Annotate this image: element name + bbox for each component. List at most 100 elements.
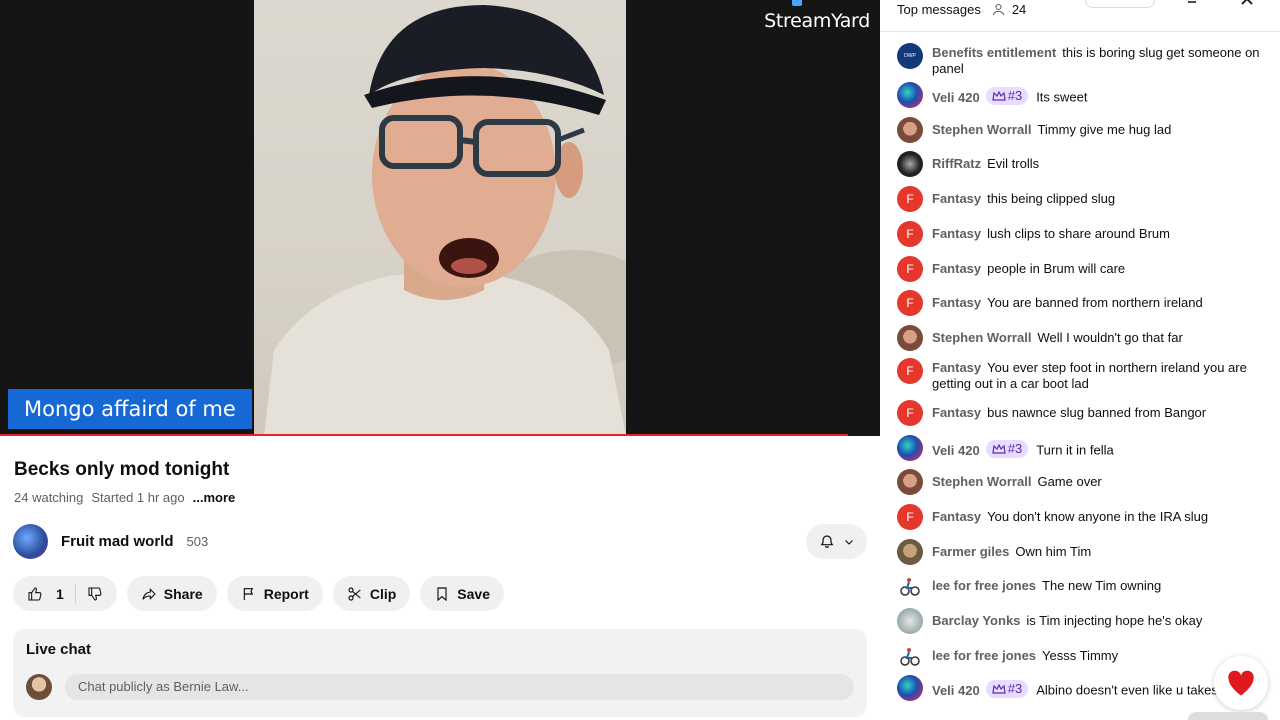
chat-author-name[interactable]: Fantasy: [932, 191, 981, 206]
flag-icon: [243, 587, 253, 600]
video-meta[interactable]: 24 watching Started 1 hr ago ...more: [14, 490, 235, 505]
video-frame-participant: [254, 0, 626, 436]
chat-author-name[interactable]: Fantasy: [932, 360, 981, 375]
chat-message-body: Veli 420 #3 Turn it in fella: [932, 440, 1267, 459]
dislike-icon[interactable]: [87, 586, 103, 602]
crown-icon: [992, 683, 1006, 694]
clip-label: Clip: [369, 585, 397, 602]
action-bar: 1 Share Report Clip Save: [13, 576, 504, 611]
chat-author-name[interactable]: Barclay Yonks: [932, 613, 1020, 628]
chat-author-name[interactable]: Fantasy: [932, 226, 981, 241]
video-player[interactable]: StreamYard Mongo affaird of me: [0, 0, 880, 436]
chat-author-avatar[interactable]: [897, 151, 923, 177]
chat-message-text: Yesss Timmy: [1042, 648, 1119, 663]
chat-author-avatar[interactable]: F: [897, 504, 923, 530]
started-time: Started 1 hr ago: [91, 490, 185, 505]
subscriber-count: 503: [186, 534, 209, 549]
chat-mode-label[interactable]: Top messages: [897, 2, 981, 17]
chat-author-name[interactable]: Benefits entitlement: [932, 45, 1056, 60]
chat-author-avatar[interactable]: [897, 82, 923, 108]
chat-message-body: Fantasy You ever step foot in northern ir…: [932, 360, 1267, 392]
chat-author-name[interactable]: Veli 420: [932, 90, 980, 105]
presenter-image: [264, 5, 626, 436]
member-badge: #3: [985, 680, 1029, 698]
chat-author-name[interactable]: Fantasy: [932, 405, 981, 420]
chat-author-name[interactable]: lee for free jones: [932, 648, 1036, 663]
channel-name[interactable]: Fruit mad world: [61, 533, 174, 550]
chat-author-avatar[interactable]: [897, 643, 923, 669]
watermark-text: StreamYard: [764, 10, 870, 32]
chevron-down-icon: [844, 539, 853, 545]
chat-author-name[interactable]: Fantasy: [932, 509, 981, 524]
lower-third-banner: Mongo affaird of me: [8, 389, 252, 429]
chat-author-avatar[interactable]: [897, 539, 923, 565]
share-button[interactable]: Share: [126, 576, 217, 611]
chat-settings-icon[interactable]: [1186, 0, 1208, 8]
chat-author-avatar[interactable]: [897, 117, 923, 143]
crown-icon: [992, 443, 1006, 454]
chat-author-avatar[interactable]: [897, 435, 923, 461]
chat-author-avatar[interactable]: [897, 573, 923, 599]
live-chat-compose: Live chat Chat publicly as Bernie Law...: [13, 629, 867, 717]
chat-author-avatar[interactable]: [897, 608, 923, 634]
chat-author-avatar[interactable]: [897, 325, 923, 351]
chat-author-name[interactable]: Fantasy: [932, 261, 981, 276]
notification-bell-button[interactable]: [806, 524, 867, 559]
chat-author-name[interactable]: Stephen Worrall: [932, 330, 1031, 345]
member-badge: #3: [985, 440, 1029, 458]
channel-row[interactable]: Fruit mad world 503: [13, 524, 208, 559]
chat-author-name[interactable]: Farmer giles: [932, 544, 1009, 559]
save-button[interactable]: Save: [420, 576, 504, 611]
scroll-to-bottom[interactable]: [1188, 712, 1268, 720]
chat-author-avatar[interactable]: F: [897, 400, 923, 426]
clip-button[interactable]: Clip: [332, 576, 411, 611]
chat-author-name[interactable]: lee for free jones: [932, 578, 1036, 593]
chat-author-avatar[interactable]: [897, 469, 923, 495]
chat-message-body: Fantasy people in Brum will care: [932, 261, 1267, 277]
chat-author-name[interactable]: RiffRatz: [932, 156, 981, 171]
user-avatar: [26, 674, 52, 700]
chat-author-avatar[interactable]: F: [897, 221, 923, 247]
streamyard-watermark: StreamYard: [764, 0, 870, 32]
more-link[interactable]: ...more: [193, 490, 236, 505]
chat-message-text: Own him Tim: [1015, 544, 1092, 559]
chat-message-text: lush clips to share around Brum: [987, 226, 1170, 241]
live-chat-title: Live chat: [26, 641, 92, 658]
chat-message-text: Evil trolls: [987, 156, 1040, 171]
chat-header: Top messages 24: [880, 0, 1280, 32]
report-button[interactable]: Report: [226, 576, 323, 611]
chat-message-body: lee for free jones Yesss Timmy: [932, 648, 1267, 664]
chat-author-name[interactable]: Veli 420: [932, 443, 980, 458]
chat-message-text: Timmy give me hug lad: [1037, 122, 1172, 137]
viewer-count: 24: [991, 2, 1026, 17]
chat-author-avatar[interactable]: F: [897, 358, 923, 384]
chat-author-name[interactable]: Veli 420: [932, 683, 980, 698]
chat-author-avatar[interactable]: [897, 675, 923, 701]
chat-mode-selector[interactable]: Top messages 24: [897, 2, 1026, 17]
person-icon: [992, 3, 1004, 16]
share-icon: [142, 587, 156, 600]
bell-icon: [820, 534, 833, 548]
like-divider: [74, 583, 76, 604]
chat-message-body: Fantasy You are banned from northern irel…: [932, 295, 1267, 311]
reaction-button[interactable]: [1214, 656, 1268, 710]
chat-author-avatar[interactable]: F: [897, 290, 923, 316]
like-count: 1: [56, 585, 64, 602]
chat-message-body: Farmer giles Own him Tim: [932, 544, 1267, 560]
chat-author-avatar[interactable]: DWP: [897, 43, 923, 69]
chat-input[interactable]: Chat publicly as Bernie Law...: [65, 674, 854, 700]
chat-header-chip[interactable]: [1085, 0, 1155, 8]
chat-author-name[interactable]: Stephen Worrall: [932, 474, 1031, 489]
chat-author-name[interactable]: Stephen Worrall: [932, 122, 1031, 137]
like-icon[interactable]: [27, 586, 43, 602]
chat-author-name[interactable]: Fantasy: [932, 295, 981, 310]
chat-message-text: Game over: [1037, 474, 1102, 489]
app-root: StreamYard Mongo affaird of me Becks onl…: [0, 0, 1280, 720]
channel-avatar[interactable]: [13, 524, 48, 559]
viewer-count-value: 24: [1011, 2, 1027, 17]
member-badge-rank: #3: [1007, 441, 1023, 456]
chat-author-avatar[interactable]: F: [897, 186, 923, 212]
close-icon[interactable]: [1240, 0, 1256, 8]
live-progress-bar[interactable]: [0, 434, 848, 436]
chat-author-avatar[interactable]: F: [897, 256, 923, 282]
